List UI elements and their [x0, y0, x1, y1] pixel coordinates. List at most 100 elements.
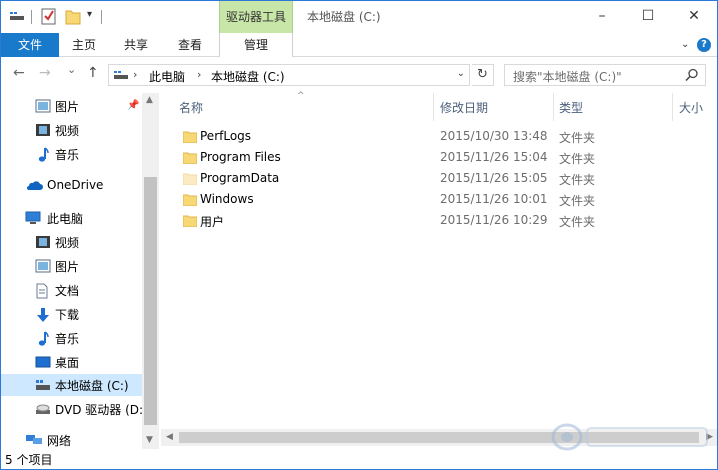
up-arrow-icon[interactable]: ↑: [87, 65, 99, 81]
file-modified: 2015/10/30 13:48: [440, 129, 548, 143]
nav-item-label: 本地磁盘 (C:): [55, 379, 129, 393]
file-type: 文件夹: [559, 152, 596, 166]
nav-item-onedrive[interactable]: OneDrive: [1, 175, 142, 197]
scroll-up-icon[interactable]: ▲: [146, 95, 153, 105]
nav-pane-scrollbar[interactable]: ▲ ▼: [142, 93, 159, 449]
column-divider[interactable]: [553, 93, 554, 121]
file-type: 文件夹: [559, 215, 596, 229]
nav-item-this-pc[interactable]: 此电脑: [1, 207, 142, 229]
column-header-size[interactable]: 大小: [679, 99, 703, 116]
nav-item-label: 桌面: [55, 356, 80, 370]
nav-item-network[interactable]: 网络: [1, 429, 142, 451]
pin-icon[interactable]: 📌: [127, 100, 139, 111]
folder-icon: [182, 131, 198, 144]
tab-share[interactable]: 共享: [115, 33, 157, 57]
file-modified: 2015/11/26 15:05: [440, 171, 548, 185]
scroll-left-icon[interactable]: ◀: [166, 432, 173, 442]
help-icon[interactable]: ?: [697, 38, 711, 52]
file-list-pane: ^ 名称 修改日期 类型 大小 PerfLogs 2015/10/30 13:4…: [161, 91, 717, 449]
nav-item-videos-quick[interactable]: 视频: [1, 119, 142, 141]
nav-item-label: 音乐: [55, 332, 80, 346]
search-box[interactable]: 搜索"本地磁盘 (C:)": [504, 64, 706, 86]
file-name: PerfLogs: [200, 129, 252, 143]
videos-icon: [35, 123, 51, 137]
nav-item-desktop[interactable]: 桌面: [1, 351, 142, 373]
refresh-button[interactable]: ↻: [472, 64, 494, 86]
ribbon-tab-bar: 文件 主页 共享 查看 管理 ⌄ ?: [1, 33, 717, 58]
new-folder-icon[interactable]: [65, 7, 81, 28]
breadcrumb-separator-icon[interactable]: ›: [133, 68, 137, 81]
nav-item-local-disk[interactable]: 本地磁盘 (C:): [1, 374, 142, 396]
scrollbar-thumb[interactable]: [144, 177, 157, 425]
column-header-type[interactable]: 类型: [559, 99, 583, 116]
nav-item-pictures-quick[interactable]: 图片 📌: [1, 95, 142, 117]
nav-item-label: 此电脑: [47, 212, 84, 226]
breadcrumb-local-disk[interactable]: 本地磁盘 (C:): [211, 68, 285, 85]
tab-file[interactable]: 文件: [1, 33, 59, 57]
folder-icon: [182, 152, 198, 165]
onedrive-icon: [25, 179, 43, 193]
watermark-logo: [549, 419, 715, 455]
downloads-icon: [35, 307, 51, 322]
tab-view[interactable]: 查看: [169, 33, 211, 57]
back-arrow-icon[interactable]: ←: [13, 65, 25, 81]
column-divider[interactable]: [672, 93, 673, 121]
breadcrumb-this-pc[interactable]: 此电脑: [149, 68, 185, 85]
file-modified: 2015/11/26 10:29: [440, 213, 548, 227]
pictures-icon: [35, 99, 51, 113]
file-row[interactable]: 用户 2015/11/26 10:29 文件夹: [179, 211, 699, 232]
tab-manage[interactable]: 管理: [219, 33, 293, 58]
recent-locations-icon[interactable]: ⌄: [67, 63, 76, 76]
address-bar[interactable]: › 此电脑 › 本地磁盘 (C:) ⌄: [108, 64, 470, 86]
file-type: 文件夹: [559, 194, 596, 208]
properties-icon[interactable]: [41, 7, 57, 28]
nav-item-label: 文档: [55, 284, 80, 298]
nav-item-documents[interactable]: 文档: [1, 279, 142, 301]
chevron-down-icon[interactable]: ⌄: [681, 39, 689, 50]
file-type: 文件夹: [559, 173, 596, 187]
nav-item-videos[interactable]: 视频: [1, 231, 142, 253]
nav-item-music[interactable]: 音乐: [1, 327, 142, 349]
address-dropdown-icon[interactable]: ⌄: [457, 68, 465, 79]
search-icon[interactable]: [685, 68, 699, 85]
forward-arrow-icon[interactable]: →: [39, 65, 51, 81]
toolbar-divider: [101, 10, 102, 24]
pictures-icon: [35, 259, 51, 273]
nav-item-pictures[interactable]: 图片: [1, 255, 142, 277]
file-row[interactable]: ProgramData 2015/11/26 15:05 文件夹: [179, 169, 699, 190]
nav-item-label: 视频: [55, 124, 80, 138]
nav-item-label: DVD 驱动器 (D:: [55, 403, 144, 417]
nav-item-label: 图片: [55, 260, 80, 274]
customize-toolbar-icon[interactable]: ▾: [87, 9, 92, 20]
nav-item-dvd-drive[interactable]: DVD 驱动器 (D:: [1, 398, 144, 420]
nav-item-label: 视频: [55, 236, 80, 250]
minimize-button[interactable]: –: [579, 1, 625, 33]
maximize-button[interactable]: ☐: [625, 1, 671, 33]
this-pc-icon: [25, 211, 41, 225]
file-row[interactable]: PerfLogs 2015/10/30 13:48 文件夹: [179, 127, 699, 148]
navigation-pane: 图片 📌 视频 音乐 OneDrive 此电脑 视频 图片 文档 下载 音乐 桌…: [1, 93, 159, 449]
column-divider[interactable]: [433, 93, 434, 121]
nav-item-label: 音乐: [55, 148, 80, 162]
nav-item-music-quick[interactable]: 音乐: [1, 143, 142, 165]
file-name: Program Files: [200, 150, 281, 164]
close-button[interactable]: ✕: [671, 1, 717, 33]
local-disk-icon: [35, 378, 51, 392]
file-row[interactable]: Windows 2015/11/26 10:01 文件夹: [179, 190, 699, 211]
music-icon: [35, 331, 51, 346]
file-name: ProgramData: [200, 171, 280, 185]
nav-item-label: 网络: [47, 434, 72, 448]
nav-item-label: OneDrive: [47, 178, 104, 192]
scroll-down-icon[interactable]: ▼: [146, 435, 153, 445]
title-bar: ▾ 驱动器工具 本地磁盘 (C:) – ☐ ✕: [1, 1, 717, 33]
documents-icon: [35, 283, 51, 299]
nav-item-downloads[interactable]: 下载: [1, 303, 142, 325]
file-row[interactable]: Program Files 2015/11/26 15:04 文件夹: [179, 148, 699, 169]
drive-tools-context-label: 驱动器工具: [219, 1, 293, 33]
desktop-icon: [35, 355, 51, 369]
search-placeholder[interactable]: 搜索"本地磁盘 (C:)": [513, 68, 622, 85]
column-header-name[interactable]: 名称: [179, 99, 203, 116]
column-header-modified[interactable]: 修改日期: [440, 99, 488, 116]
tab-home[interactable]: 主页: [63, 33, 105, 57]
breadcrumb-separator-icon[interactable]: ›: [197, 68, 201, 81]
